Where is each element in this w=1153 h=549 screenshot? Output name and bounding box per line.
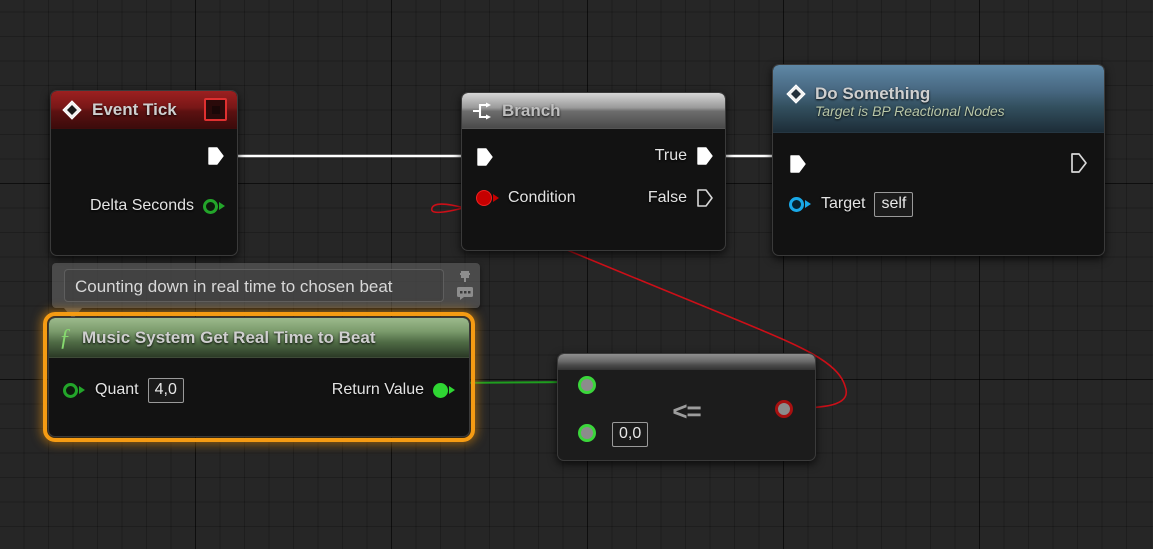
- exec-input-pin[interactable]: [476, 147, 493, 166]
- node-title: Event Tick: [92, 99, 177, 119]
- node-body: ƒ Music System Get Real Time to Beat Qua…: [48, 317, 470, 437]
- row-condition-false: Condition False: [462, 177, 725, 219]
- node-rows: Quant 4,0 Return Value: [49, 358, 469, 436]
- exec-input-pin[interactable]: [789, 154, 806, 173]
- target-value-field[interactable]: self: [874, 191, 914, 217]
- output-label-delta-seconds: Delta Seconds: [89, 197, 194, 214]
- node-rows: True Condition False: [462, 129, 725, 250]
- node-branch[interactable]: Branch True Condition False: [461, 92, 726, 251]
- node-header-less-equal[interactable]: [558, 354, 815, 370]
- comment-bubble[interactable]: Counting down in real time to chosen bea…: [52, 263, 480, 319]
- input-label-quant: Quant: [95, 381, 139, 398]
- compare-input-a-pin[interactable]: [578, 376, 596, 399]
- node-header-branch[interactable]: Branch: [462, 93, 725, 129]
- delta-seconds-pin[interactable]: [203, 198, 225, 214]
- output-label-return-value: Return Value: [331, 381, 424, 398]
- node-body: Event Tick Delta Seconds: [50, 90, 238, 256]
- input-label-condition: Condition: [508, 189, 576, 206]
- row-quant-returnvalue: Quant 4,0 Return Value: [49, 364, 469, 416]
- node-header-event-tick[interactable]: Event Tick: [51, 91, 237, 129]
- row-exec: [773, 139, 1104, 187]
- row-exec-in-true: True: [462, 135, 725, 177]
- node-title: Do Something: [815, 83, 931, 103]
- event-diamond-icon: [61, 99, 83, 121]
- blueprint-graph-canvas[interactable]: Event Tick Delta Seconds Branch True Con…: [0, 0, 1153, 549]
- target-pin[interactable]: [789, 196, 811, 212]
- node-event-tick[interactable]: Event Tick Delta Seconds: [50, 90, 238, 256]
- compare-output-pin[interactable]: [775, 400, 793, 423]
- function-f-icon: ƒ: [59, 324, 71, 351]
- node-do-something[interactable]: Do Something Target is BP Reactional Nod…: [772, 64, 1105, 256]
- comment-text[interactable]: Counting down in real time to chosen bea…: [64, 269, 444, 302]
- exec-output-pin[interactable]: [1069, 152, 1088, 174]
- node-less-equal[interactable]: <= 0,0: [557, 353, 816, 461]
- node-header-do-something[interactable]: Do Something Target is BP Reactional Nod…: [773, 65, 1104, 133]
- node-body: Branch True Condition False: [461, 92, 726, 251]
- comment-bubble-icon[interactable]: [456, 285, 474, 306]
- row-delta-seconds: Delta Seconds: [51, 189, 237, 223]
- quant-pin[interactable]: [63, 382, 85, 398]
- row-target: Target self: [773, 187, 1104, 221]
- event-diamond-icon: [785, 83, 807, 105]
- node-body: <= 0,0: [557, 353, 816, 461]
- exec-output-pin-false[interactable]: [696, 188, 713, 208]
- node-subtitle: Target is BP Reactional Nodes: [815, 102, 1005, 119]
- exec-output-pin[interactable]: [207, 146, 224, 165]
- return-value-pin[interactable]: [433, 382, 455, 398]
- node-music-system-get-real-time-to-beat[interactable]: ƒ Music System Get Real Time to Beat Qua…: [43, 312, 475, 442]
- node-title: Branch: [502, 100, 561, 120]
- exec-output-pin-true[interactable]: [696, 146, 713, 166]
- output-label-false: False: [647, 189, 687, 206]
- quant-value-field[interactable]: 4,0: [147, 377, 184, 403]
- node-title: Music System Get Real Time to Beat: [82, 327, 376, 347]
- output-label-true: True: [654, 147, 687, 164]
- node-rows: Target self: [773, 133, 1104, 255]
- node-rows: Delta Seconds: [51, 129, 237, 255]
- compare-input-b-value-field[interactable]: 0,0: [612, 422, 649, 447]
- condition-pin[interactable]: [476, 190, 499, 206]
- red-square-badge[interactable]: [204, 98, 227, 121]
- compare-input-b-pin[interactable]: [578, 424, 596, 447]
- row-exec-out: [51, 135, 237, 175]
- branch-icon: [472, 101, 494, 121]
- node-body: Do Something Target is BP Reactional Nod…: [772, 64, 1105, 256]
- input-label-target: Target: [821, 195, 866, 212]
- node-header-music-system[interactable]: ƒ Music System Get Real Time to Beat: [49, 318, 469, 358]
